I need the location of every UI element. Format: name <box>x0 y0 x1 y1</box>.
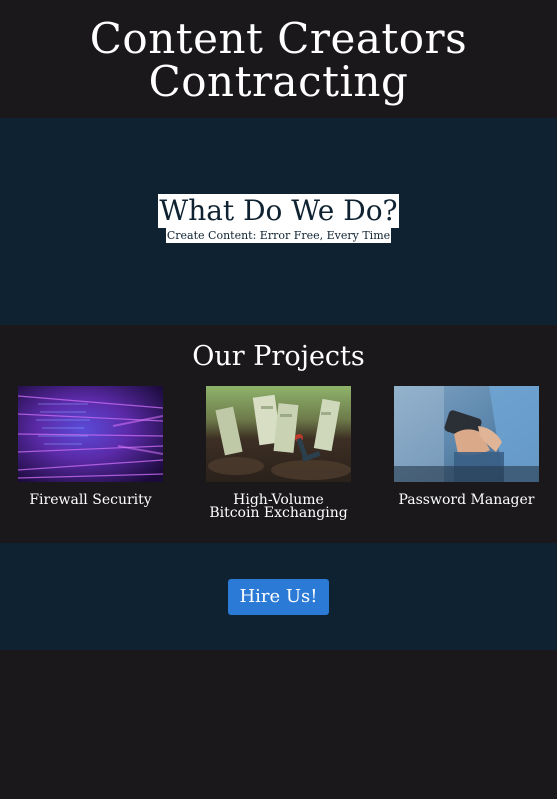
project-label-firewall: Firewall Security <box>29 492 152 508</box>
cta-section: Hire Us! <box>0 543 557 650</box>
hero-section: What Do We Do? Create Content: Error Fre… <box>0 118 557 325</box>
abstract-purple-data-image[interactable] <box>18 386 163 482</box>
projects-section: Our Projects Firewall Security High-Volu… <box>0 325 557 543</box>
phone-hands-image[interactable] <box>394 386 539 482</box>
project-card-password[interactable]: Password Manager <box>394 386 539 520</box>
hero-subtitle: Create Content: Error Free, Every Time <box>165 228 392 243</box>
project-label-bitcoin: High-Volume Bitcoin Exchanging <box>209 492 348 521</box>
projects-grid: Firewall Security High-Volume Bitcoin Ex… <box>0 386 557 520</box>
money-plant-image[interactable] <box>206 386 351 482</box>
project-card-bitcoin[interactable]: High-Volume Bitcoin Exchanging <box>206 386 351 520</box>
projects-heading: Our Projects <box>192 341 365 372</box>
hire-us-button[interactable]: Hire Us! <box>228 578 329 615</box>
hero-title: What Do We Do? <box>158 194 399 228</box>
page-footer <box>0 650 557 799</box>
site-header: Content Creators Contracting <box>0 0 557 118</box>
project-label-password: Password Manager <box>398 492 535 508</box>
project-card-firewall[interactable]: Firewall Security <box>18 386 163 520</box>
site-title: Content Creators Contracting <box>89 14 468 106</box>
